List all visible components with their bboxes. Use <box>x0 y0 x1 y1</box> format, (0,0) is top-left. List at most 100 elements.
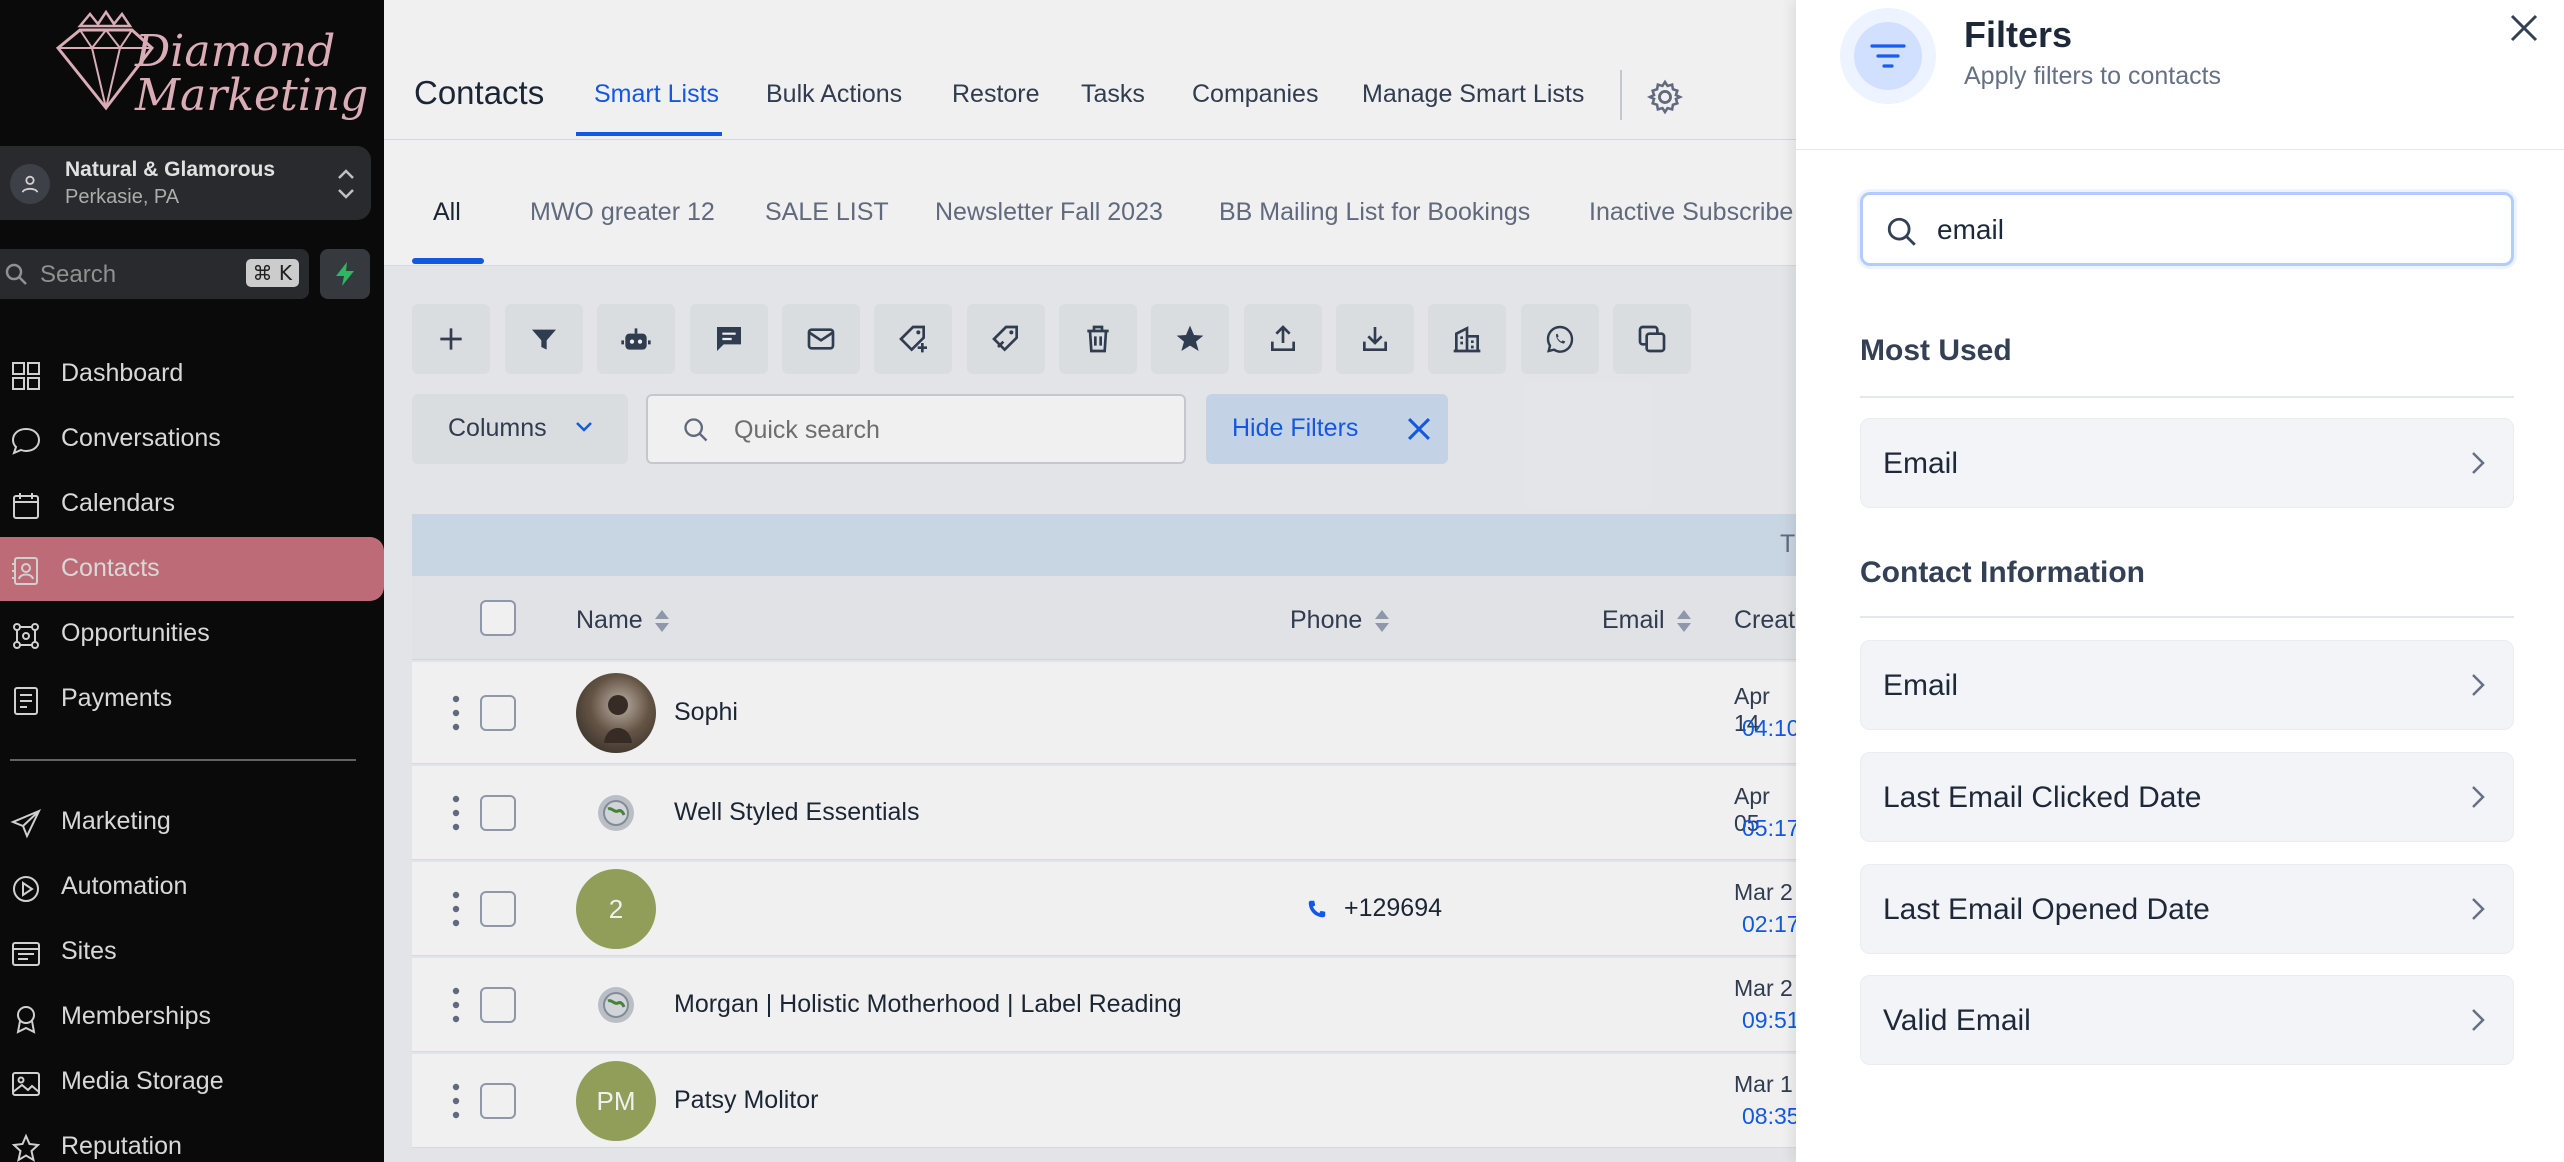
sidebar-item-sites[interactable]: Sites <box>0 920 384 984</box>
add-button[interactable] <box>412 304 490 374</box>
brand-logo[interactable]: Diamond Marketing <box>40 8 368 118</box>
select-all-checkbox[interactable] <box>480 600 516 636</box>
filter-icon <box>532 329 556 350</box>
export-button[interactable] <box>1244 304 1322 374</box>
filter-option-last-email-opened-date[interactable]: Last Email Opened Date <box>1860 864 2514 954</box>
duplicate-button[interactable] <box>1613 304 1691 374</box>
subtab-inactive[interactable]: Inactive Subscribe <box>1589 198 1793 227</box>
sidebar-item-reputation[interactable]: Reputation <box>0 1115 384 1162</box>
mail-button[interactable] <box>782 304 860 374</box>
sidebar-item-label: Dashboard <box>61 359 184 387</box>
quick-action-button[interactable] <box>320 249 370 299</box>
avatar: PM <box>576 1061 656 1141</box>
chevron-right-icon <box>2472 898 2485 920</box>
sidebar-item-marketing[interactable]: Marketing <box>0 790 384 854</box>
filters-panel: Filters Apply filters to contacts Most U… <box>1796 0 2564 1162</box>
subtab-mwo[interactable]: MWO greater 12 <box>530 198 715 227</box>
message-button[interactable] <box>690 304 768 374</box>
contact-name[interactable]: Patsy Molitor <box>674 1086 818 1115</box>
whatsapp-button[interactable] <box>1521 304 1599 374</box>
subtab-bb-mailing[interactable]: BB Mailing List for Bookings <box>1219 198 1530 227</box>
sidebar-item-media-storage[interactable]: Media Storage <box>0 1050 384 1114</box>
chevron-right-icon <box>2472 452 2485 474</box>
row-checkbox[interactable] <box>480 891 516 927</box>
top-bar: Contacts Smart Lists Bulk Actions Restor… <box>384 0 1796 140</box>
kebab-menu-icon[interactable] <box>451 693 461 733</box>
tag-add-button[interactable] <box>874 304 952 374</box>
star-icon <box>1176 325 1204 351</box>
columns-dropdown[interactable]: Columns <box>412 394 628 464</box>
tag-remove-button[interactable] <box>967 304 1045 374</box>
sidebar-item-memberships[interactable]: Memberships <box>0 985 384 1049</box>
filter-option-email[interactable]: Email <box>1860 640 2514 730</box>
contact-name[interactable]: Sophi <box>674 698 738 727</box>
filter-search-input[interactable] <box>1937 213 2477 247</box>
trash-button[interactable] <box>1059 304 1137 374</box>
robot-button[interactable] <box>597 304 675 374</box>
filter-option-valid-email[interactable]: Valid Email <box>1860 975 2514 1065</box>
table-band-text: T <box>1780 530 1796 558</box>
close-icon[interactable] <box>2506 10 2542 46</box>
sort-icon[interactable] <box>652 606 672 636</box>
search-label: Search <box>40 261 117 288</box>
kebab-menu-icon[interactable] <box>451 889 461 929</box>
tab-tasks[interactable]: Tasks <box>1081 80 1145 109</box>
search-icon <box>5 263 27 285</box>
chat-icon <box>11 427 41 455</box>
subtab-all[interactable]: All <box>433 198 461 227</box>
sidebar-item-conversations[interactable]: Conversations <box>0 407 384 471</box>
filters-subtitle: Apply filters to contacts <box>1964 62 2222 90</box>
tab-manage-smart-lists[interactable]: Manage Smart Lists <box>1362 80 1584 109</box>
filter-button[interactable] <box>505 304 583 374</box>
kebab-menu-icon[interactable] <box>451 1081 461 1121</box>
automation-icon <box>13 876 39 902</box>
row-checkbox[interactable] <box>480 695 516 731</box>
lightning-icon <box>336 262 354 286</box>
location-switcher[interactable]: Natural & Glamorous Perkasie, PA <box>0 146 371 220</box>
filter-option-email[interactable]: Email <box>1860 418 2514 508</box>
filter-option-last-email-clicked-date[interactable]: Last Email Clicked Date <box>1860 752 2514 842</box>
row-checkbox[interactable] <box>480 795 516 831</box>
sidebar-item-opportunities[interactable]: Opportunities <box>0 602 384 666</box>
sidebar-item-automation[interactable]: Automation <box>0 855 384 919</box>
location-icon <box>10 164 50 204</box>
row-checkbox[interactable] <box>480 987 516 1023</box>
column-header-phone[interactable]: Phone <box>1290 606 1362 635</box>
contact-name[interactable]: Well Styled Essentials <box>674 798 919 827</box>
reputation-icon <box>11 1133 41 1162</box>
sidebar-item-label: Memberships <box>61 1002 212 1030</box>
tab-bulk-actions[interactable]: Bulk Actions <box>766 80 902 109</box>
star-button[interactable] <box>1151 304 1229 374</box>
tab-companies[interactable]: Companies <box>1192 80 1318 109</box>
sidebar-item-contacts[interactable]: Contacts <box>0 537 384 601</box>
memberships-icon <box>16 1006 36 1034</box>
column-header-email[interactable]: Email <box>1602 606 1665 635</box>
sidebar-item-dashboard[interactable]: Dashboard <box>0 342 384 406</box>
phone-icon[interactable] <box>1306 898 1328 920</box>
subtab-newsletter[interactable]: Newsletter Fall 2023 <box>935 198 1163 227</box>
hide-filters-button[interactable]: Hide Filters <box>1206 394 1448 464</box>
chevron-right-icon <box>2472 1009 2485 1031</box>
row-checkbox[interactable] <box>480 1083 516 1119</box>
sidebar-search[interactable]: Search ⌘ K <box>0 249 309 299</box>
kebab-menu-icon[interactable] <box>451 985 461 1025</box>
column-header-created[interactable]: Creat <box>1734 606 1795 635</box>
contact-phone[interactable]: +129694 <box>1344 894 1442 923</box>
gear-icon[interactable] <box>1646 78 1684 116</box>
tab-restore[interactable]: Restore <box>952 80 1040 109</box>
close-icon <box>1407 417 1431 441</box>
kebab-menu-icon[interactable] <box>451 793 461 833</box>
sidebar-item-label: Reputation <box>61 1132 182 1160</box>
tab-smart-lists[interactable]: Smart Lists <box>594 80 719 109</box>
contact-name[interactable]: Morgan | Holistic Motherhood | Label Rea… <box>674 990 1182 1019</box>
company-button[interactable] <box>1428 304 1506 374</box>
logo-text: Diamond Marketing <box>135 26 369 121</box>
subtab-sale-list[interactable]: SALE LIST <box>765 198 889 227</box>
column-header-name[interactable]: Name <box>576 606 643 635</box>
sort-icon[interactable] <box>1674 606 1694 636</box>
sort-icon[interactable] <box>1372 606 1392 636</box>
import-button[interactable] <box>1336 304 1414 374</box>
quick-search-input[interactable] <box>734 414 1154 446</box>
sidebar-item-calendars[interactable]: Calendars <box>0 472 384 536</box>
sidebar-item-payments[interactable]: Payments <box>0 667 384 731</box>
